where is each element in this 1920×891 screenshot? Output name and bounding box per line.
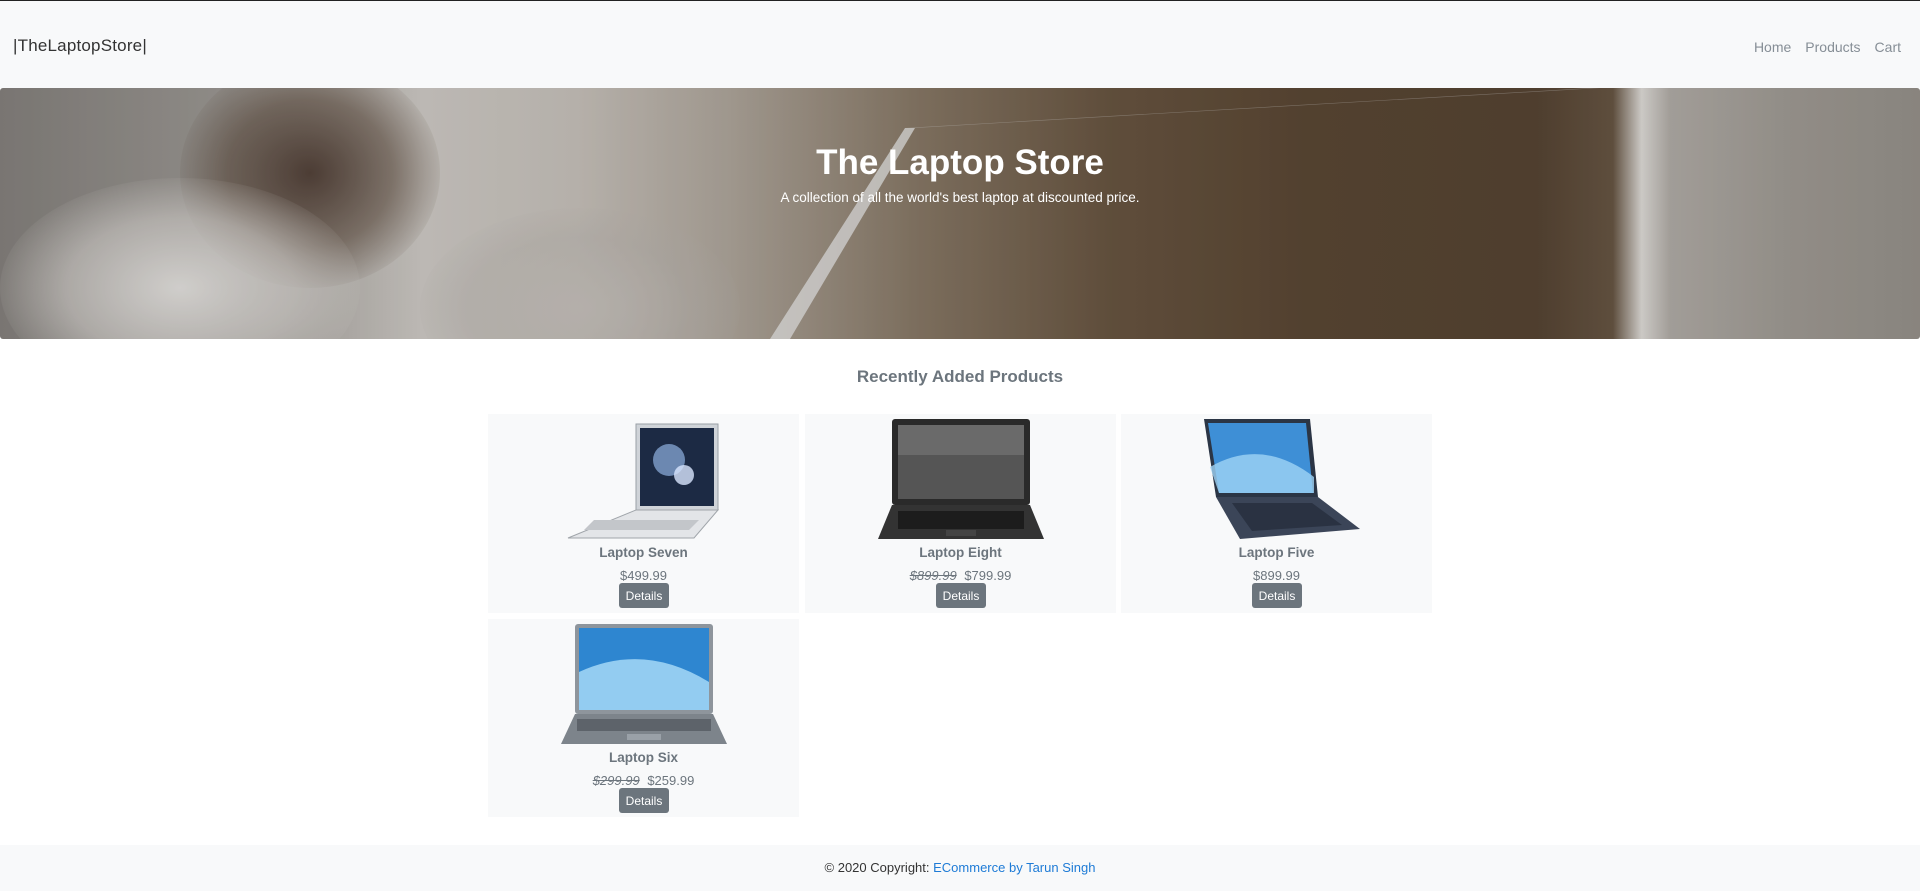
silver-laptop-icon[interactable] — [488, 417, 799, 543]
details-button[interactable]: Details — [619, 788, 669, 813]
hero-title: The Laptop Store — [816, 143, 1104, 182]
nav-link-home[interactable]: Home — [1754, 39, 1791, 55]
product-price-current: $799.99 — [964, 568, 1012, 583]
section-title: Recently Added Products — [856, 367, 1064, 386]
product-card: Laptop Seven $499.99 Details — [488, 414, 799, 613]
product-name: Laptop Eight — [919, 545, 1002, 560]
details-button[interactable]: Details — [619, 583, 669, 608]
product-price-current: $899.99 — [1253, 568, 1300, 583]
nav-links: Home Products Cart — [1754, 39, 1901, 55]
product-price: $499.99 — [488, 568, 799, 583]
product-card: Laptop Six $299.99 $259.99 Details — [488, 619, 799, 817]
hero-overlay — [0, 88, 1920, 339]
hero-subtitle: A collection of all the world's best lap… — [780, 190, 1140, 205]
footer-author-link[interactable]: ECommerce by Tarun Singh — [933, 860, 1095, 875]
hero-banner: The Laptop Store A collection of all the… — [0, 88, 1920, 339]
blue-laptop-icon[interactable] — [1121, 417, 1432, 543]
product-price: $899.99 $799.99 — [805, 568, 1116, 583]
black-laptop-icon[interactable] — [805, 417, 1116, 543]
product-price-current: $499.99 — [620, 568, 667, 583]
product-card: Laptop Five $899.99 Details — [1121, 414, 1432, 613]
product-card: Laptop Eight $899.99 $799.99 Details — [805, 414, 1116, 613]
brand-logo[interactable]: |TheLaptopStore| — [13, 36, 147, 56]
product-price-old: $899.99 — [909, 568, 957, 583]
product-name: Laptop Six — [608, 750, 678, 765]
footer-copyright: © 2020 Copyright: — [824, 860, 934, 875]
details-button[interactable]: Details — [1252, 583, 1302, 608]
nav-link-products[interactable]: Products — [1805, 39, 1860, 55]
product-name: Laptop Five — [1238, 545, 1315, 560]
grey-laptop-icon[interactable] — [488, 622, 799, 748]
nav-link-cart[interactable]: Cart — [1875, 39, 1901, 55]
product-price: $899.99 — [1121, 568, 1432, 583]
details-button[interactable]: Details — [936, 583, 986, 608]
product-name: Laptop Seven — [599, 545, 688, 560]
product-price-old: $299.99 — [592, 773, 640, 788]
footer: © 2020 Copyright: ECommerce by Tarun Sin… — [0, 845, 1920, 891]
navbar: |TheLaptopStore| Home Products Cart — [0, 1, 1920, 88]
product-price-current: $259.99 — [647, 773, 695, 788]
product-price: $299.99 $259.99 — [488, 773, 799, 788]
